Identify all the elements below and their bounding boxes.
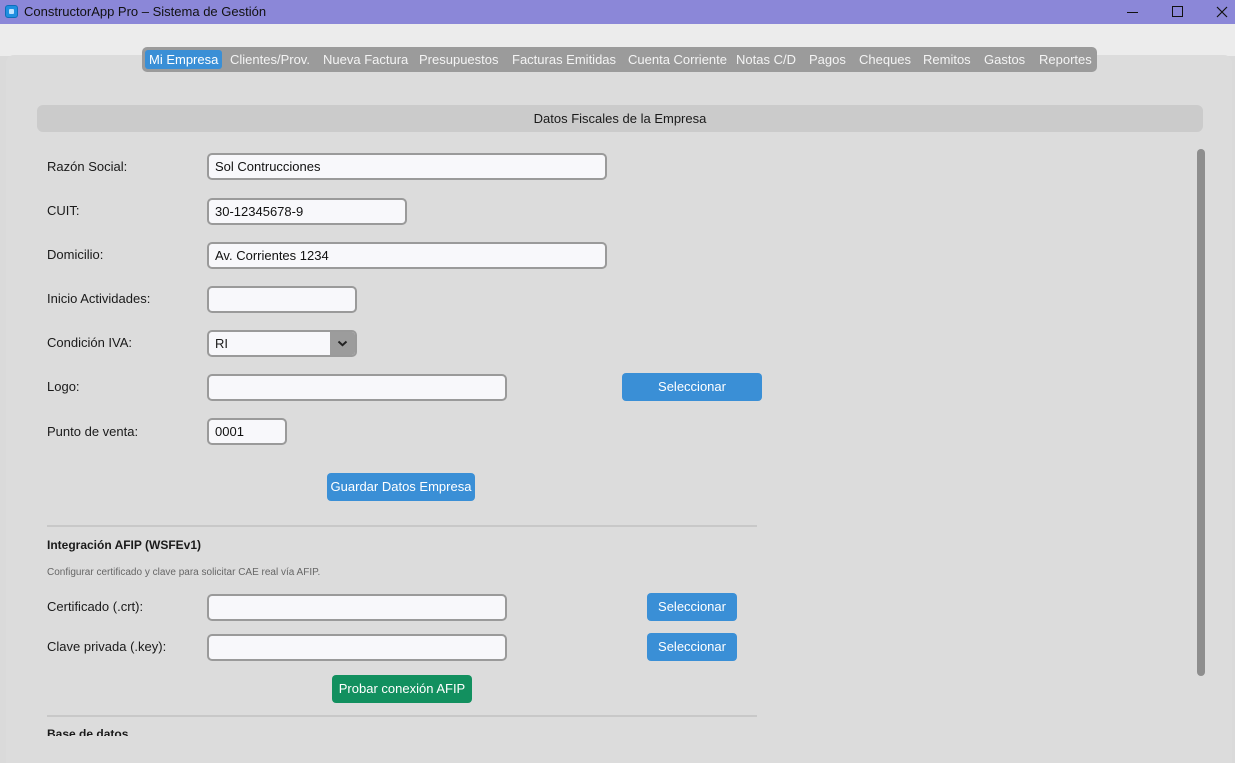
tab-facturas-emitidas[interactable]: Facturas Emitidas (508, 50, 620, 69)
inicio-actividades-label: Inicio Actividades: (47, 291, 151, 306)
scrollbar[interactable] (1197, 149, 1205, 676)
divider (47, 525, 757, 527)
logo-select-button[interactable]: Seleccionar (622, 373, 762, 401)
key-label: Clave privada (.key): (47, 639, 167, 654)
db-section-clip: Base de datos (47, 726, 247, 736)
main-panel (6, 55, 1232, 763)
maximize-icon[interactable] (1154, 0, 1200, 24)
save-company-button[interactable]: Guardar Datos Empresa (327, 473, 475, 501)
logo-label: Logo: (47, 379, 80, 394)
domicilio-label: Domicilio: (47, 247, 104, 262)
section-header: Datos Fiscales de la Empresa (37, 105, 1203, 132)
tab-cheques[interactable]: Cheques (855, 50, 915, 69)
tab-notas-cd[interactable]: Notas C/D (732, 50, 800, 69)
chevron-down-icon[interactable] (330, 332, 355, 355)
cert-select-button[interactable]: Seleccionar (647, 593, 737, 621)
cert-label: Certificado (.crt): (47, 599, 144, 614)
tab-nueva-factura[interactable]: Nueva Factura (319, 50, 412, 69)
condicion-iva-label: Condición IVA: (47, 335, 133, 350)
tab-presupuestos[interactable]: Presupuestos (415, 50, 503, 69)
key-select-button[interactable]: Seleccionar (647, 633, 737, 661)
window-title: ConstructorApp Pro – Sistema de Gestión (24, 4, 267, 19)
condicion-iva-value: RI (215, 336, 228, 351)
tab-pagos[interactable]: Pagos (805, 50, 850, 69)
title-bar: ConstructorApp Pro – Sistema de Gestión (0, 0, 1235, 24)
key-input[interactable] (207, 634, 507, 661)
db-section-title: Base de datos (47, 727, 129, 736)
tab-gastos[interactable]: Gastos (980, 50, 1029, 69)
afip-note: Configurar certificado y clave para soli… (47, 567, 321, 578)
punto-venta-input[interactable]: 0001 (207, 418, 287, 445)
tab-mi-empresa[interactable]: Mi Empresa (145, 50, 223, 69)
close-icon[interactable] (1199, 0, 1235, 24)
logo-input[interactable] (207, 374, 507, 401)
cert-input[interactable] (207, 594, 507, 621)
cuit-label: CUIT: (47, 203, 80, 218)
domicilio-input[interactable]: Av. Corrientes 1234 (207, 242, 607, 269)
cuit-input[interactable]: 30-12345678-9 (207, 198, 407, 225)
punto-venta-label: Punto de venta: (47, 424, 139, 439)
minimize-icon[interactable] (1109, 0, 1155, 24)
condicion-iva-select[interactable]: RI (207, 330, 357, 357)
tab-clientes-prov[interactable]: Clientes/Prov. (226, 50, 314, 69)
tab-remitos[interactable]: Remitos (919, 50, 975, 69)
tab-cuenta-corriente[interactable]: Cuenta Corriente (624, 50, 731, 69)
afip-section-title: Integración AFIP (WSFEv1) (47, 538, 202, 552)
test-afip-button[interactable]: Probar conexión AFIP (332, 675, 472, 703)
divider (47, 715, 757, 717)
tab-bar: Mi Empresa Clientes/Prov. Nueva Factura … (142, 47, 1097, 72)
inicio-actividades-input[interactable] (207, 286, 357, 313)
razon-social-label: Razón Social: (47, 159, 128, 174)
app-icon (5, 5, 18, 18)
tab-reportes[interactable]: Reportes (1035, 50, 1096, 69)
razon-social-input[interactable]: Sol Contrucciones (207, 153, 607, 180)
